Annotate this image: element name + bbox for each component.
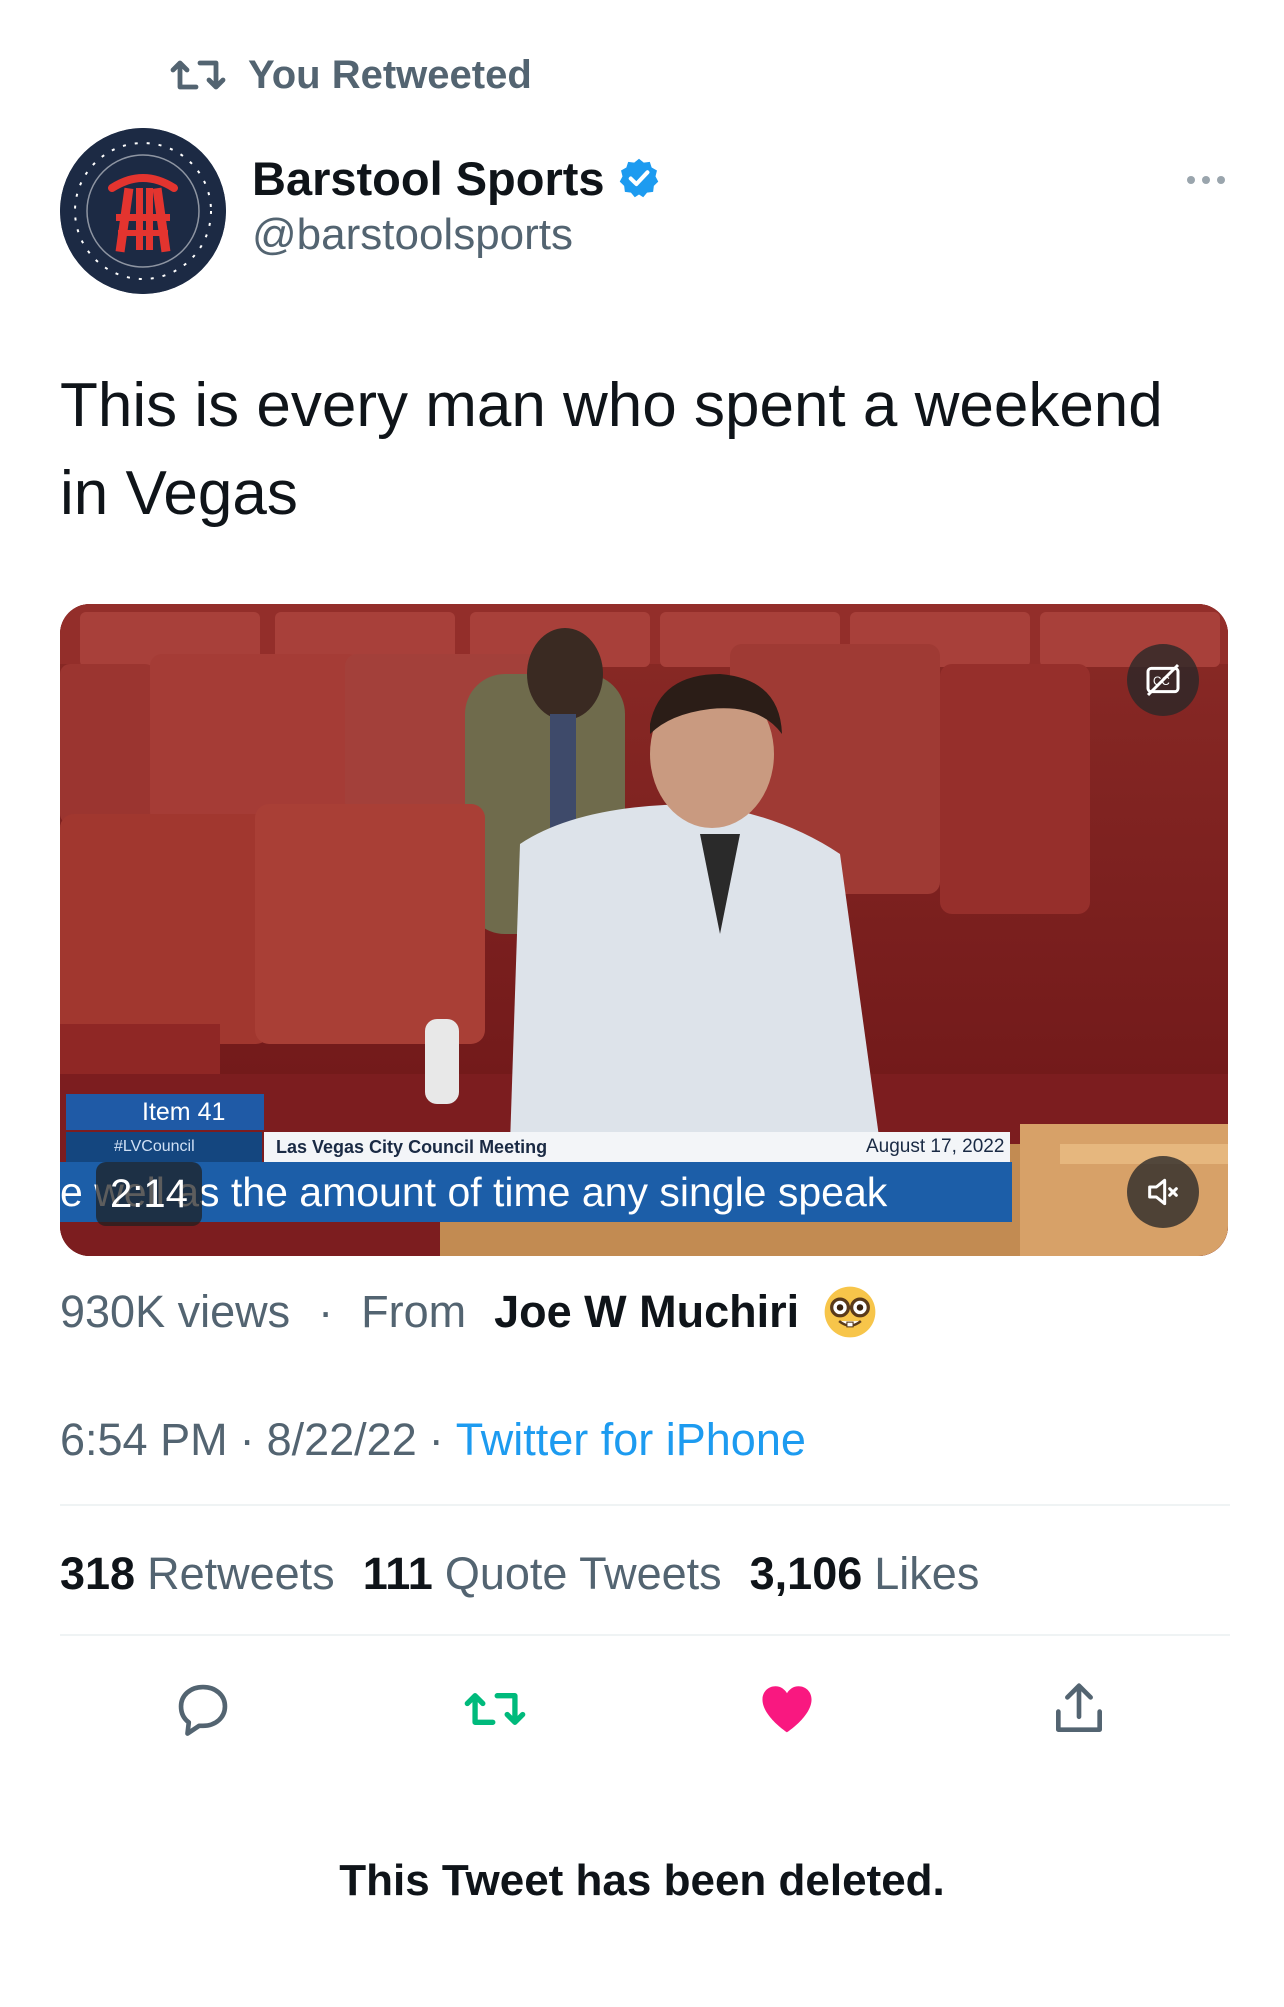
- engagement-stats: 318 Retweets 111 Quote Tweets 3,106 Like…: [60, 1544, 1007, 1604]
- like-icon: [762, 1686, 812, 1733]
- tweet-date[interactable]: 8/22/22: [267, 1414, 417, 1466]
- retweet-icon: [464, 1693, 526, 1725]
- retweets-stat[interactable]: 318 Retweets: [60, 1548, 335, 1600]
- nerd-face-emoji-icon: [824, 1286, 876, 1338]
- tweet-source-link[interactable]: Twitter for iPhone: [456, 1414, 806, 1466]
- author-block[interactable]: Barstool Sports @barstoolsports: [252, 150, 661, 260]
- likes-count: 3,106: [749, 1548, 863, 1599]
- overlay-date: August 17, 2022: [866, 1136, 1005, 1157]
- separator: ·: [239, 1414, 255, 1465]
- share-icon: [1056, 1683, 1102, 1732]
- closed-captions-off-icon: CC: [1146, 663, 1180, 697]
- divider: [60, 1634, 1230, 1636]
- reply-icon: [178, 1684, 228, 1736]
- quote-tweets-label: Quote Tweets: [444, 1548, 722, 1599]
- more-dot-icon: [1202, 176, 1210, 184]
- quote-tweets-stat[interactable]: 111 Quote Tweets: [363, 1548, 722, 1600]
- unmute-button[interactable]: [1127, 1156, 1199, 1228]
- retweets-count: 318: [60, 1548, 136, 1599]
- separator: ·: [428, 1414, 444, 1465]
- author-name[interactable]: Barstool Sports: [252, 151, 605, 206]
- reply-button[interactable]: [168, 1674, 238, 1744]
- retweet-icon: [170, 60, 226, 90]
- overlay-tag: #LVCouncil: [66, 1132, 262, 1162]
- more-dot-icon: [1187, 176, 1195, 184]
- divider: [60, 1504, 1230, 1506]
- author-name-row: Barstool Sports: [252, 150, 661, 206]
- overlay-item-label: Item 41: [66, 1094, 264, 1130]
- muted-speaker-icon: [1148, 1178, 1178, 1206]
- more-options-button[interactable]: [1176, 160, 1236, 200]
- from-label: From: [361, 1286, 467, 1337]
- likes-stat[interactable]: 3,106 Likes: [750, 1548, 980, 1600]
- share-button[interactable]: [1044, 1674, 1114, 1744]
- quote-tweets-count: 111: [362, 1548, 433, 1599]
- view-count: 930K views: [60, 1286, 291, 1337]
- likes-label: Likes: [874, 1548, 980, 1599]
- tweet-text-line: in Vegas: [60, 459, 298, 528]
- tweet-text-line: This is every man who spent a weekend: [60, 371, 1163, 440]
- retweets-label: Retweets: [147, 1548, 335, 1599]
- verified-badge-icon: [619, 158, 658, 198]
- like-button[interactable]: [752, 1674, 822, 1744]
- video-meta-row: 930K views · From Joe W Muchiri: [60, 1282, 879, 1342]
- from-author-name[interactable]: Joe W Muchiri: [494, 1286, 799, 1338]
- separator: ·: [318, 1286, 334, 1337]
- overlay-caption: e well as the amount of time any single …: [60, 1162, 1012, 1222]
- closed-captions-button[interactable]: CC: [1127, 644, 1199, 716]
- tweet-time[interactable]: 6:54 PM: [60, 1414, 228, 1466]
- retweet-banner-label: You Retweeted: [248, 52, 532, 97]
- timestamp-row: 6:54 PM · 8/22/22 · Twitter for iPhone: [60, 1410, 806, 1470]
- retweet-banner: You Retweeted: [170, 50, 532, 100]
- tweet-text: This is every man who spent a weekend in…: [60, 362, 1240, 538]
- retweet-button[interactable]: [460, 1674, 530, 1744]
- deleted-tweet-notice: This Tweet has been deleted.: [339, 1856, 945, 1905]
- barstool-logo-icon: [60, 128, 226, 294]
- more-dot-icon: [1217, 176, 1225, 184]
- video-player[interactable]: Item 41 #LVCouncil Las Vegas City Counci…: [60, 604, 1228, 1256]
- video-duration: 2:14: [96, 1162, 202, 1226]
- avatar[interactable]: [60, 128, 226, 294]
- author-handle[interactable]: @barstoolsports: [252, 210, 661, 260]
